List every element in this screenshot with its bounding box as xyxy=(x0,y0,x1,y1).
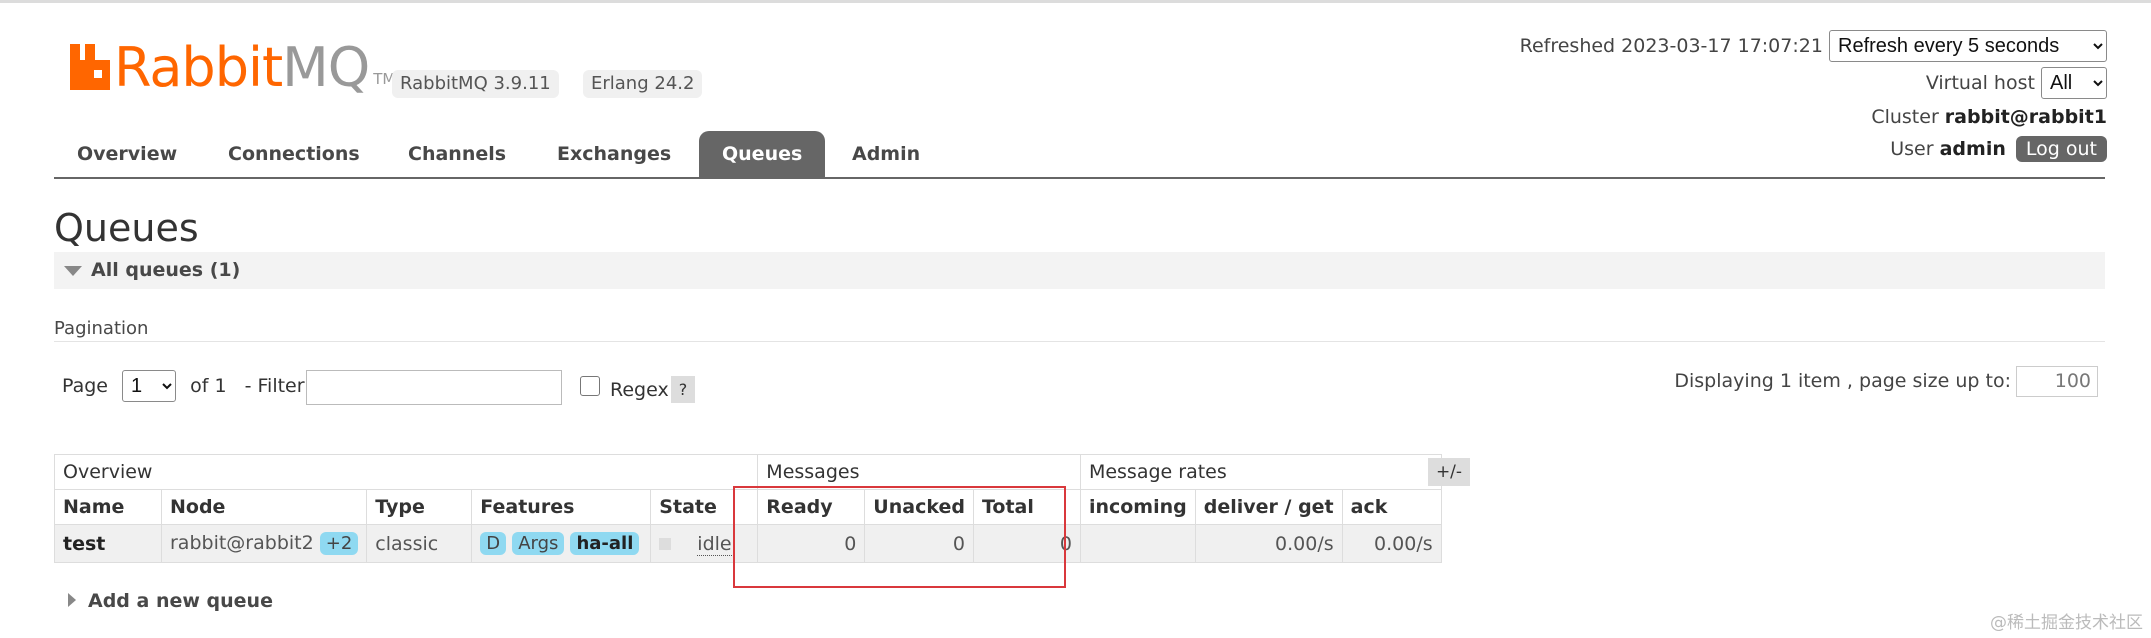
queue-type: classic xyxy=(366,524,473,563)
logout-button[interactable]: Log out xyxy=(2015,136,2107,162)
user-row: User admin Log out xyxy=(1890,136,2107,162)
tab-channels[interactable]: Channels xyxy=(385,131,529,178)
page-size-input[interactable]: 100 xyxy=(2016,366,2098,397)
virtual-host-label: Virtual host xyxy=(1925,72,2035,94)
filter-label: - Filter: xyxy=(244,375,311,397)
section-label: All queues (1) xyxy=(91,259,241,281)
queue-name-link[interactable]: test xyxy=(54,524,162,563)
add-queue-label: Add a new queue xyxy=(88,590,273,612)
group-messages: Messages xyxy=(757,454,1081,490)
tabs-underline xyxy=(54,177,2105,179)
col-node[interactable]: Node xyxy=(160,489,368,525)
watermark: @稀土掘金技术社区 xyxy=(1990,613,2143,633)
page-select[interactable]: 1 xyxy=(122,370,177,402)
rate-ack: 0.00/s xyxy=(1341,524,1442,563)
tab-exchanges[interactable]: Exchanges xyxy=(534,131,694,178)
top-border xyxy=(0,0,2151,3)
refresh-row: Refreshed 2023-03-17 17:07:21 Refresh ev… xyxy=(1520,30,2107,62)
col-type[interactable]: Type xyxy=(366,489,473,525)
group-overview: Overview xyxy=(53,454,759,490)
tab-connections[interactable]: Connections xyxy=(205,131,383,178)
add-queue-section-toggle[interactable]: Add a new queue xyxy=(68,590,273,612)
column-toggle-button[interactable]: +/- xyxy=(1428,458,1470,486)
group-message-rates: Message rates xyxy=(1079,454,1442,490)
filter-input[interactable] xyxy=(306,370,562,405)
rate-incoming xyxy=(1079,524,1196,563)
page-count-label: of 1 xyxy=(190,375,227,397)
node-mirrors-badge: +2 xyxy=(319,532,359,555)
col-ack[interactable]: ack xyxy=(1341,489,1442,525)
queue-node-cell: rabbit@rabbit2 +2 xyxy=(160,524,368,563)
cluster-name: rabbit@rabbit1 xyxy=(1944,106,2107,128)
cluster-row: Cluster rabbit@rabbit1 xyxy=(1871,106,2107,128)
regex-help-button[interactable]: ? xyxy=(671,376,695,403)
pagination-title: Pagination xyxy=(54,318,149,339)
tab-overview[interactable]: Overview xyxy=(54,131,200,178)
pager: Page 1 of 1 - Filter: xyxy=(62,370,311,402)
col-name[interactable]: Name xyxy=(54,489,162,525)
rate-deliver-get: 0.00/s xyxy=(1194,524,1343,563)
collapse-triangle-icon xyxy=(64,266,82,276)
highlight-annotation-box xyxy=(733,486,1066,588)
expand-triangle-icon xyxy=(68,593,76,607)
col-deliver-get[interactable]: deliver / get xyxy=(1194,489,1343,525)
col-incoming[interactable]: incoming xyxy=(1079,489,1196,525)
user-name: admin xyxy=(1939,138,2006,160)
user-label: User xyxy=(1890,138,1934,160)
all-queues-section-toggle[interactable]: All queues (1) xyxy=(54,252,2105,289)
tab-admin[interactable]: Admin xyxy=(829,131,943,178)
state-indicator-icon xyxy=(659,538,672,550)
display-count-text: Displaying 1 item , page size up to: xyxy=(1674,370,2011,392)
page-title: Queues xyxy=(54,206,199,250)
rabbit-icon xyxy=(70,44,110,90)
feature-args-badge: Args xyxy=(512,532,565,555)
regex-label: Regex xyxy=(610,379,669,401)
queue-features-cell: D Args ha-all xyxy=(471,524,652,563)
regex-checkbox[interactable] xyxy=(580,376,600,396)
refresh-interval-select[interactable]: Refresh every 5 seconds xyxy=(1829,30,2107,62)
refreshed-timestamp: Refreshed 2023-03-17 17:07:21 xyxy=(1519,35,1823,57)
rabbitmq-version-badge: RabbitMQ 3.9.11 xyxy=(392,70,559,98)
feature-durable-badge: D xyxy=(480,532,507,555)
pagination-divider xyxy=(54,341,2105,342)
page-label: Page xyxy=(62,375,108,397)
erlang-version-badge: Erlang 24.2 xyxy=(583,70,703,98)
queue-state: idle xyxy=(697,532,732,556)
logo-suffix-text: MQ xyxy=(282,36,370,99)
queue-node: rabbit@rabbit2 xyxy=(170,532,314,554)
virtual-host-select[interactable]: All xyxy=(2041,67,2107,99)
virtual-host-row: Virtual host All xyxy=(1926,67,2107,99)
cluster-label: Cluster xyxy=(1871,106,1939,128)
col-features[interactable]: Features xyxy=(471,489,652,525)
tab-queues[interactable]: Queues xyxy=(699,131,826,178)
logo-brand-text: Rabbit xyxy=(114,36,283,99)
policy-badge[interactable]: ha-all xyxy=(570,532,640,555)
